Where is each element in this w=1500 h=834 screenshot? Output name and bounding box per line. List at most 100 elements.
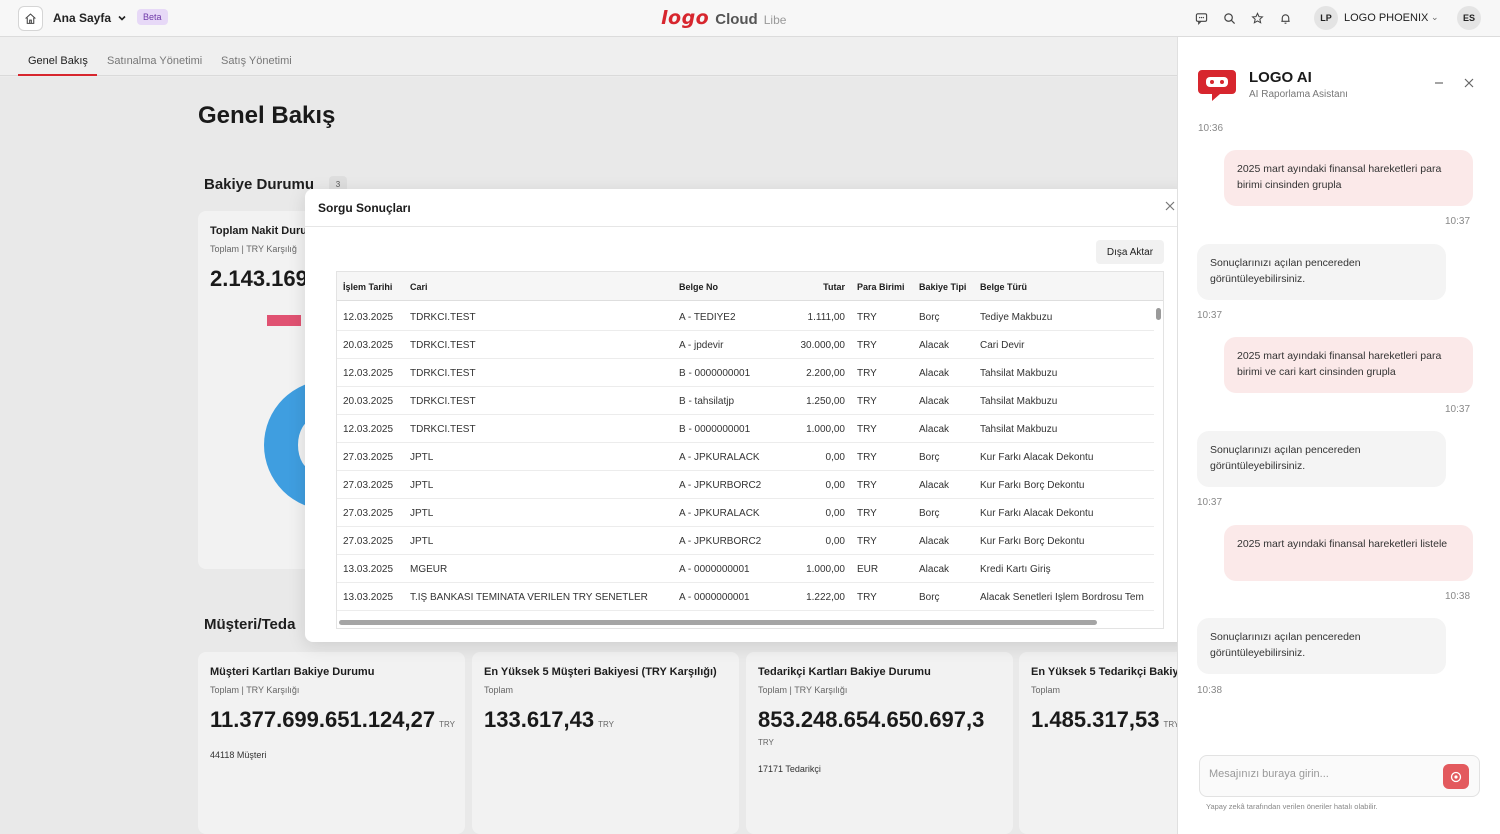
column-header[interactable]: Para Birimi — [857, 282, 905, 292]
column-header[interactable]: Tutar — [785, 282, 845, 292]
table-row[interactable]: 20.03.2025 TDRKCI.TEST A - jpdevir 30.000,0… — [337, 331, 1154, 359]
search-icon[interactable] — [1221, 10, 1237, 26]
cell-date: 13.03.2025 — [343, 564, 394, 575]
cell-amount: 1.222,00 — [806, 592, 845, 603]
table-row[interactable]: 12.03.2025 TDRKCI.TEST B - 0000000001 1.000… — [337, 415, 1154, 443]
table-row[interactable]: 13.03.2025 MGEUR A - 0000000001 1.000,00 EUR… — [337, 555, 1154, 583]
cell-date: 12.03.2025 — [343, 312, 394, 323]
user-avatar[interactable]: LP — [1314, 6, 1338, 30]
page-selector-label: Ana Sayfa — [53, 11, 112, 25]
cell-amount: 0,00 — [825, 536, 845, 547]
cell-currency: TRY — [857, 368, 877, 379]
minimize-icon[interactable] — [1433, 77, 1445, 89]
message-time: 10:37 — [1197, 310, 1223, 321]
cell-amount: 0,00 — [825, 508, 845, 519]
assistant-message: Sonuçlarınızı açılan pencereden görüntül… — [1197, 618, 1446, 674]
table-row[interactable]: 13.03.2025 T.İŞ BANKASI TEMİNATA VERİLEN … — [337, 583, 1154, 611]
cell-document-no: A - jpdevir — [679, 340, 724, 351]
message-input-box — [1199, 755, 1480, 797]
cell-date: 27.03.2025 — [343, 536, 394, 547]
table-row[interactable]: 12.03.2025 TDRKCI.TEST B - 0000000001 2.200… — [337, 359, 1154, 387]
cell-document-no: B - 0000000001 — [679, 368, 751, 379]
table-row[interactable]: 27.03.2025 JPTL A - JPKURBORC2 0,00 TRY Alaca… — [337, 471, 1154, 499]
table-row[interactable]: 27.03.2025 JPTL A - JPKURBORC2 0,00 TRY Alaca… — [337, 527, 1154, 555]
supplier-balance-card[interactable]: Tedarikçi Kartları Bakiye Durumu Toplam … — [746, 652, 1013, 834]
brand-suffix-text: Libe — [763, 13, 787, 27]
vertical-scrollbar[interactable] — [1156, 308, 1161, 320]
horizontal-scrollbar[interactable] — [339, 620, 1097, 625]
column-header[interactable]: Belge No — [679, 282, 718, 292]
profile-avatar[interactable]: ES — [1457, 6, 1481, 30]
message-time: 10:37 — [1197, 497, 1223, 508]
table-row[interactable]: 27.03.2025 JPTL A - JPKURALACK 0,00 TRY Borç K… — [337, 499, 1154, 527]
cell-document-no: A - JPKURALACK — [679, 508, 760, 519]
assistant-message: Sonuçlarınızı açılan pencereden görüntül… — [1197, 244, 1446, 300]
close-icon[interactable] — [1163, 199, 1177, 213]
table-row[interactable]: 12.03.2025 TDRKCI.TEST A - TEDIYE2 1.111,00… — [337, 303, 1154, 331]
card-subtitle: Toplam | TRY Karşılığı — [758, 685, 848, 695]
column-header[interactable]: Bakiye Tipi — [919, 282, 966, 292]
cell-balance-type: Borç — [919, 312, 940, 323]
export-button[interactable]: Dışa Aktar — [1096, 240, 1164, 264]
beta-badge: Beta — [137, 9, 168, 25]
column-header[interactable]: İşlem Tarihi — [343, 282, 392, 292]
cell-date: 20.03.2025 — [343, 396, 394, 407]
modal-title: Sorgu Sonuçları — [318, 201, 411, 215]
cell-document-type: Tahsilat Makbuzu — [980, 368, 1058, 379]
card-value-unit: TRY — [439, 720, 455, 729]
cell-amount: 0,00 — [825, 480, 845, 491]
partner-section-title: Müşteri/Teda — [204, 616, 296, 633]
message-time: 10:38 — [1445, 591, 1471, 602]
cell-balance-type: Alacak — [919, 536, 950, 547]
cell-balance-type: Borç — [919, 452, 940, 463]
home-button[interactable] — [18, 6, 43, 31]
tab-genel-bakis[interactable]: Genel Bakış — [28, 55, 88, 67]
column-header[interactable]: Cari — [410, 282, 428, 292]
card-value: 133.617,43 TRY — [484, 707, 614, 733]
results-table: İşlem Tarihi Cari Belge No Tutar Para Bi… — [336, 271, 1164, 629]
cell-balance-type: Alacak — [919, 424, 950, 435]
card-title: Tedarikçi Kartları Bakiye Durumu — [758, 666, 931, 678]
cell-document-no: B - tahsilatjp — [679, 396, 735, 407]
column-header[interactable]: Belge Türü — [980, 282, 1027, 292]
tab-satis-yonetimi[interactable]: Satış Yönetimi — [221, 55, 292, 67]
cell-balance-type: Borç — [919, 592, 940, 603]
user-message: 2025 mart ayındaki finansal hareketleri … — [1224, 525, 1473, 581]
cell-date: 27.03.2025 — [343, 508, 394, 519]
cell-document-no: B - 0000000001 — [679, 424, 751, 435]
send-button[interactable] — [1443, 764, 1469, 789]
table-row[interactable]: 20.03.2025 TDRKCI.TEST B - tahsilatjp 1.250… — [337, 387, 1154, 415]
top-suppliers-card[interactable]: En Yüksek 5 Tedarikçi Bakiy Toplam 1.485… — [1019, 652, 1177, 834]
cell-account: JPTL — [410, 536, 434, 547]
message-time: 10:37 — [1445, 216, 1471, 227]
balance-section-title: Bakiye Durumu — [204, 176, 315, 193]
cell-currency: TRY — [857, 452, 877, 463]
tab-satinalma-yonetimi[interactable]: Satınalma Yönetimi — [107, 55, 202, 67]
cell-account: MGEUR — [410, 564, 448, 575]
company-selector[interactable]: LOGO PHOENIX — [1344, 12, 1428, 24]
customer-balance-card[interactable]: Müşteri Kartları Bakiye Durumu Toplam | … — [198, 652, 465, 834]
cell-account: JPTL — [410, 508, 434, 519]
cell-account: TDRKCI.TEST — [410, 424, 476, 435]
cell-document-type: Kur Farkı Alacak Dekontu — [980, 452, 1094, 463]
page-selector[interactable]: Ana Sayfa — [53, 11, 127, 25]
logo-ai-icon — [1198, 70, 1236, 101]
close-icon[interactable] — [1463, 77, 1475, 89]
table-body: 12.03.2025 TDRKCI.TEST A - TEDIYE2 1.111,00… — [337, 303, 1154, 611]
message-list[interactable]: 10:36 2025 mart ayındaki finansal hareke… — [1178, 117, 1500, 747]
card-value-number: 11.377.699.651.124,27 — [210, 707, 436, 732]
chevron-down-icon[interactable]: ⌄ — [1431, 12, 1439, 23]
cell-balance-type: Alacak — [919, 564, 950, 575]
table-header: İşlem Tarihi Cari Belge No Tutar Para Bi… — [337, 272, 1163, 301]
card-title: En Yüksek 5 Tedarikçi Bakiy — [1031, 666, 1177, 678]
cell-document-type: Kur Farkı Alacak Dekontu — [980, 508, 1094, 519]
chat-icon[interactable] — [1193, 10, 1209, 26]
top-customers-card[interactable]: En Yüksek 5 Müşteri Bakiyesi (TRY Karşıl… — [472, 652, 739, 834]
table-row[interactable]: 27.03.2025 JPTL A - JPKURALACK 0,00 TRY Borç K… — [337, 443, 1154, 471]
cell-currency: TRY — [857, 424, 877, 435]
cell-document-no: A - TEDIYE2 — [679, 312, 736, 323]
star-icon[interactable] — [1249, 10, 1265, 26]
cell-currency: TRY — [857, 592, 877, 603]
bell-icon[interactable] — [1277, 10, 1293, 26]
message-input[interactable] — [1209, 768, 1429, 780]
